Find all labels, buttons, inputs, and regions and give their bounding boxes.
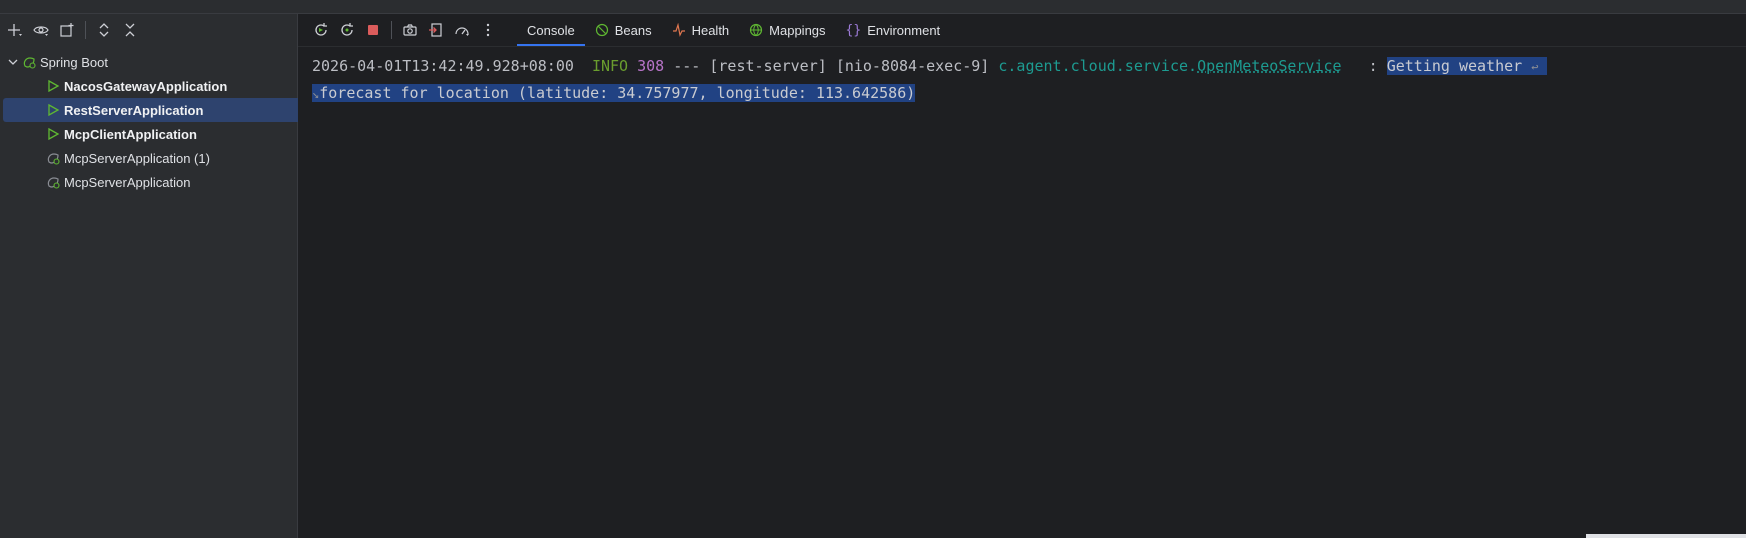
health-pulse-icon xyxy=(672,23,686,37)
tree-item-label: McpServerApplication xyxy=(64,174,191,190)
view-options-button[interactable] xyxy=(28,17,54,43)
services-toolbar xyxy=(0,14,297,46)
rerun-icon xyxy=(315,23,327,36)
dump-threads-button[interactable] xyxy=(397,17,423,43)
log-pid: 308 xyxy=(637,57,665,75)
expand-all-icon xyxy=(99,23,109,37)
window-corner-edge xyxy=(1586,534,1746,538)
tree-item-mcp-server[interactable]: McpServerApplication xyxy=(3,170,328,194)
tree-item-mcp-client[interactable]: McpClientApplication xyxy=(3,122,328,146)
rerun-button[interactable] xyxy=(308,17,334,43)
new-group-button[interactable] xyxy=(54,17,80,43)
log-message-line2: ↘forecast for location (latitude: 34.757… xyxy=(312,84,916,102)
tab-label: Health xyxy=(691,22,730,38)
tree-group-label: Spring Boot xyxy=(40,54,108,70)
exit-button[interactable] xyxy=(423,17,449,43)
tab-beans[interactable]: Beans xyxy=(585,14,662,46)
run-console-panel: Console Beans Health Mappings {} Environ… xyxy=(298,14,1746,538)
spring-boot-stopped-icon xyxy=(45,174,61,190)
run-icon xyxy=(45,102,61,118)
tree-item-label: NacosGatewayApplication xyxy=(64,78,228,94)
camera-icon xyxy=(403,24,417,36)
update-app-button[interactable] xyxy=(334,17,360,43)
console-output[interactable]: 2026-04-01T13:42:49.928+08:00 INFO 308 -… xyxy=(298,47,1746,113)
update-icon xyxy=(341,23,353,36)
log-logger-package: c.agent.cloud.service. xyxy=(998,57,1198,75)
log-app: [rest-server] xyxy=(709,57,827,75)
add-group-icon xyxy=(60,23,74,37)
soft-wrap-icon: ↩ xyxy=(1531,60,1539,74)
tab-health[interactable]: Health xyxy=(662,14,740,46)
log-level: INFO xyxy=(591,57,629,75)
add-service-button[interactable] xyxy=(2,17,28,43)
braces-icon: {} xyxy=(845,22,862,38)
tab-console[interactable]: Console xyxy=(517,14,585,46)
tab-label: Mappings xyxy=(769,22,826,38)
eye-icon xyxy=(33,26,49,36)
console-toolbar: Console Beans Health Mappings {} Environ… xyxy=(298,14,1746,47)
run-icon xyxy=(45,126,61,142)
mappings-globe-icon xyxy=(749,23,763,37)
spring-boot-icon xyxy=(21,54,37,70)
window-top-strip xyxy=(0,0,1746,14)
gauge-icon xyxy=(455,27,469,36)
exit-icon xyxy=(429,23,442,37)
log-timestamp: 2026-04-01T13:42:49.928+08:00 xyxy=(312,57,574,75)
log-colon: : xyxy=(1368,57,1378,75)
beans-icon xyxy=(595,23,609,37)
tree-item-mcp-server-1[interactable]: McpServerApplication (1) xyxy=(3,146,328,170)
toolbar-separator xyxy=(85,21,86,39)
tree-item-label: McpServerApplication (1) xyxy=(64,150,210,166)
tree-group-spring-boot[interactable]: Spring Boot xyxy=(3,50,286,74)
tree-item-nacos-gateway[interactable]: NacosGatewayApplication xyxy=(3,74,328,98)
log-separator: --- xyxy=(673,57,701,75)
expand-all-button[interactable] xyxy=(91,17,117,43)
log-thread: [nio-8084-exec-9] xyxy=(835,57,990,75)
more-options-button[interactable] xyxy=(475,17,501,43)
plus-icon xyxy=(8,24,22,36)
collapse-all-icon xyxy=(125,23,135,37)
stop-button[interactable] xyxy=(360,17,386,43)
services-panel: Spring Boot NacosGatewayApplication Rest… xyxy=(0,14,328,538)
run-icon xyxy=(45,78,61,94)
log-message-line1: Getting weather ↩ xyxy=(1386,57,1548,75)
more-vertical-icon xyxy=(486,23,490,37)
tree-item-label: McpClientApplication xyxy=(64,126,197,142)
tab-mappings[interactable]: Mappings xyxy=(739,14,835,46)
tab-label: Console xyxy=(527,22,575,38)
tree-item-label: RestServerApplication xyxy=(64,102,204,118)
chevron-down-icon[interactable] xyxy=(5,54,21,70)
log-logger-class-link[interactable]: OpenMeteoService xyxy=(1197,57,1342,75)
collapse-all-button[interactable] xyxy=(117,17,143,43)
tab-label: Environment xyxy=(867,22,941,38)
toolbar-separator xyxy=(391,21,392,39)
tab-environment[interactable]: {} Environment xyxy=(836,14,951,46)
tab-label: Beans xyxy=(614,22,652,38)
stop-icon xyxy=(368,25,378,35)
console-tabs: Console Beans Health Mappings {} Environ… xyxy=(517,14,950,46)
tree-item-rest-server[interactable]: RestServerApplication xyxy=(3,98,328,122)
spring-boot-stopped-icon xyxy=(45,150,61,166)
profiler-button[interactable] xyxy=(449,17,475,43)
services-tree: Spring Boot NacosGatewayApplication Rest… xyxy=(0,50,328,194)
